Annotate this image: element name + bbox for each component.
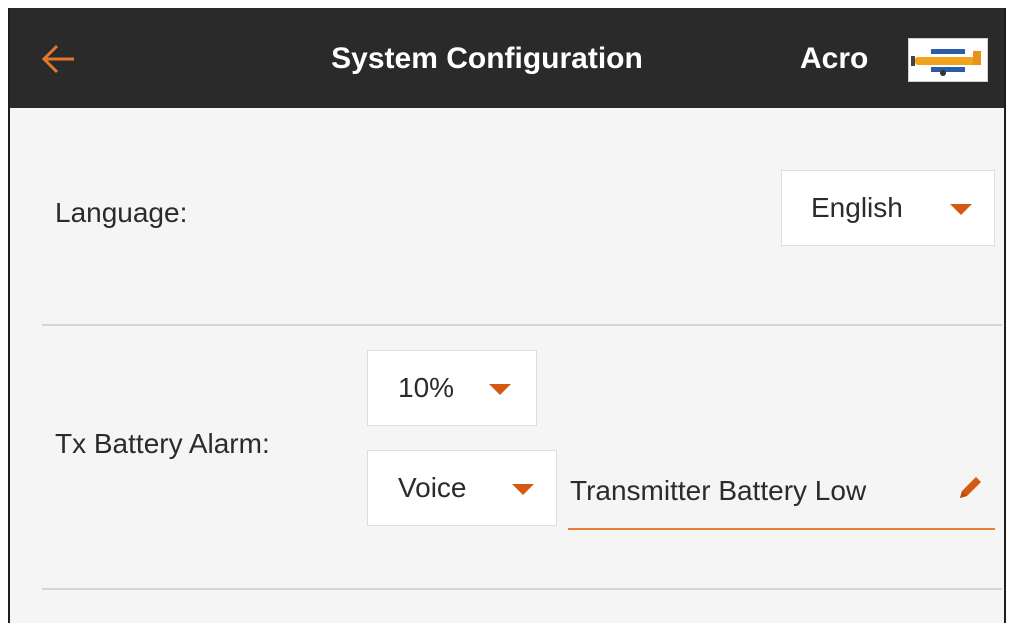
alert-text-value: Transmitter Battery Low <box>570 475 867 506</box>
section-divider <box>42 324 1002 326</box>
alert-type-value: Voice <box>398 472 467 503</box>
battery-threshold-value: 10% <box>398 372 455 403</box>
language-label: Language: <box>55 197 188 228</box>
battery-threshold-dropdown[interactable]: 10% <box>367 350 537 426</box>
tx-battery-alarm-label: Tx Battery Alarm: <box>55 428 270 459</box>
language-value: English <box>811 192 903 223</box>
language-dropdown[interactable]: English <box>781 170 995 246</box>
chevron-down-icon <box>512 484 534 495</box>
top-bar: System Configuration Acro <box>10 8 1004 108</box>
model-name: Acro <box>800 42 869 75</box>
alert-text-field[interactable]: Transmitter Battery Low <box>568 454 995 530</box>
section-divider <box>42 588 1002 590</box>
chevron-down-icon <box>489 384 511 395</box>
chevron-down-icon <box>950 204 972 215</box>
pencil-icon[interactable] <box>954 472 986 504</box>
airplane-thumbnail-icon[interactable] <box>908 38 988 82</box>
app-window: System Configuration Acro Language: Engl… <box>8 8 1006 623</box>
alert-type-dropdown[interactable]: Voice <box>367 450 557 526</box>
